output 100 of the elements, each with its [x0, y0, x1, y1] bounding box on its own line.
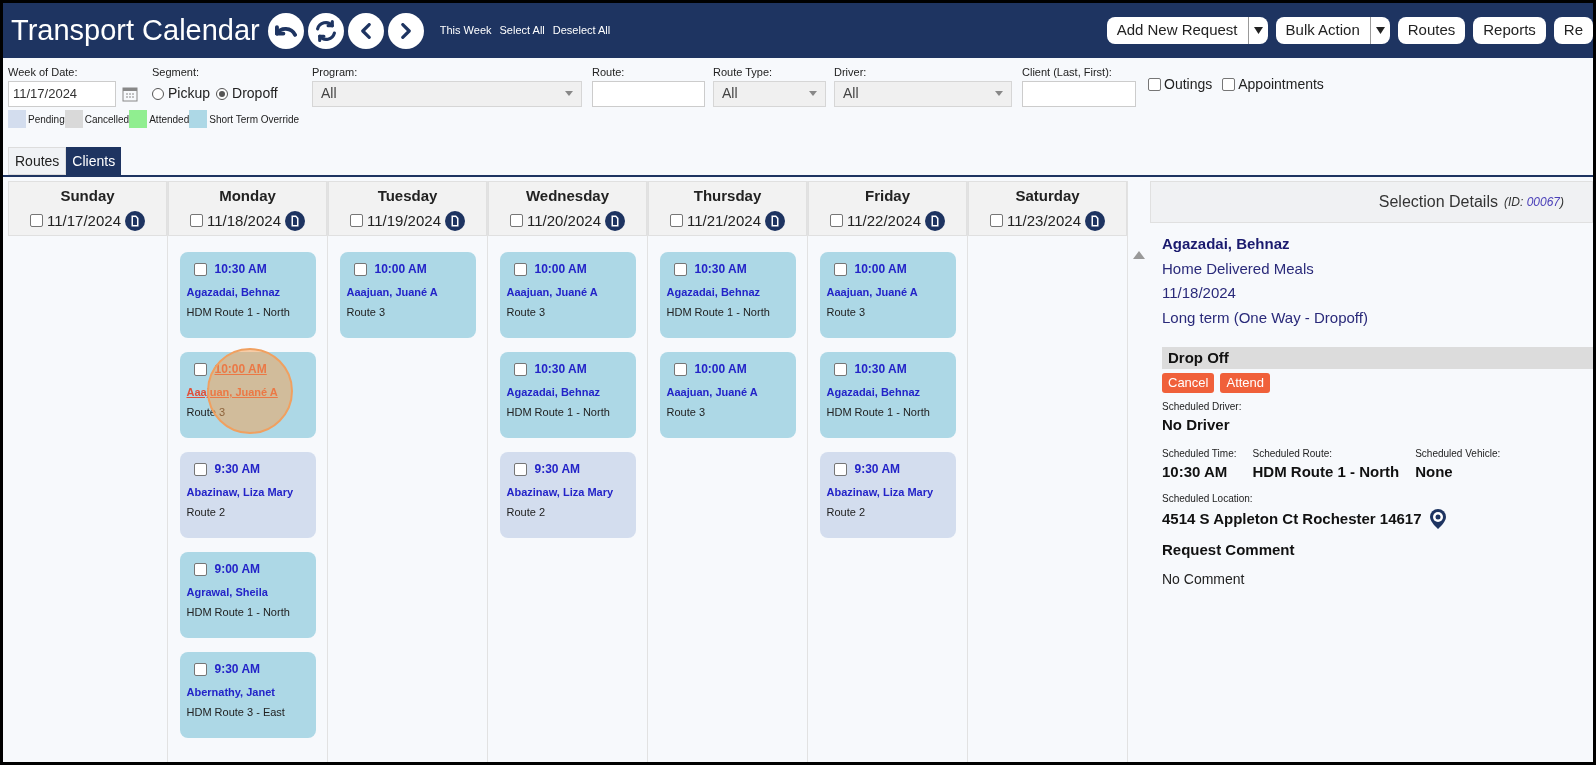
document-icon[interactable]	[605, 210, 625, 231]
program-select[interactable]: All	[312, 80, 582, 107]
card-checkbox[interactable]	[513, 462, 527, 476]
appointment-card[interactable]: 10:00 AM Aaajuan, Juané A Route 3	[499, 252, 636, 338]
day-checkbox[interactable]	[190, 214, 203, 228]
day-checkbox[interactable]	[990, 214, 1003, 228]
appointment-time[interactable]: 9:30 AM	[534, 460, 581, 478]
radio-button[interactable]	[152, 87, 164, 100]
appointment-time[interactable]: 10:30 AM	[214, 260, 267, 278]
appointment-time[interactable]: 9:00 AM	[214, 560, 261, 578]
client-name[interactable]: Agazadai, Behnaz	[506, 384, 629, 401]
client-name[interactable]: Abernathy, Janet	[186, 684, 309, 701]
appointment-time[interactable]: 9:30 AM	[854, 460, 901, 478]
client-name[interactable]: Agrawal, Sheila	[186, 584, 309, 601]
appointment-card[interactable]: 10:00 AM Aaajuan, Juané A Route 3	[819, 252, 956, 338]
header-link[interactable]: Select All	[499, 22, 545, 39]
appointment-time[interactable]: 10:00 AM	[854, 260, 907, 278]
appointment-time[interactable]: 10:30 AM	[694, 260, 747, 278]
card-checkbox[interactable]	[673, 262, 687, 276]
card-checkbox[interactable]	[673, 362, 687, 376]
day-checkbox[interactable]	[510, 214, 523, 228]
client-name[interactable]: Aaajuan, Juané A	[506, 284, 629, 301]
document-icon[interactable]	[765, 210, 785, 231]
appointment-time[interactable]: 9:30 AM	[214, 660, 261, 678]
radio-button[interactable]	[216, 87, 229, 100]
split-button[interactable]: Add New Request	[1106, 17, 1268, 44]
route-field[interactable]	[592, 80, 705, 107]
card-checkbox[interactable]	[193, 662, 207, 676]
legend-label: Cancelled	[84, 112, 130, 127]
appointment-time[interactable]: 9:30 AM	[214, 460, 261, 478]
client-name[interactable]: Aaajuan, Juané A	[826, 284, 949, 301]
checkbox[interactable]	[1222, 78, 1236, 91]
caret-icon	[565, 91, 573, 96]
checkbox[interactable]	[1148, 78, 1161, 91]
client-name[interactable]: Agazadai, Behnaz	[666, 284, 789, 301]
appointment-time[interactable]: 10:00 AM	[534, 260, 587, 278]
appointment-card[interactable]: 9:30 AM Abazinaw, Liza Mary Route 2	[819, 452, 956, 538]
client-name[interactable]: Aaajuan, Juané A	[346, 284, 469, 301]
card-checkbox[interactable]	[833, 262, 847, 276]
undo-button[interactable]	[267, 12, 304, 49]
card-checkbox[interactable]	[833, 362, 847, 376]
refresh-button[interactable]	[307, 12, 344, 49]
appointment-card[interactable]: 10:30 AM Agazadai, Behnaz HDM Route 1 - North	[179, 252, 316, 338]
appointment-time[interactable]: 10:30 AM	[534, 360, 587, 378]
appointment-card[interactable]: 10:30 AM Agazadai, Behnaz HDM Route 1 - North	[819, 352, 956, 438]
calendar-icon[interactable]	[122, 85, 138, 102]
date-field[interactable]: 11/17/2024	[8, 80, 116, 107]
document-icon[interactable]	[925, 210, 945, 231]
day-checkbox[interactable]	[30, 214, 43, 228]
day-checkbox[interactable]	[350, 214, 363, 228]
card-checkbox[interactable]	[353, 262, 367, 276]
client-name[interactable]: Abazinaw, Liza Mary	[186, 484, 309, 501]
split-button[interactable]: Bulk Action	[1275, 17, 1390, 44]
request-term: Long term (One Way - Dropoff)	[1162, 307, 1369, 328]
appointment-card[interactable]: 10:30 AM Agazadai, Behnaz HDM Route 1 - North	[659, 252, 796, 338]
client-name[interactable]: Abazinaw, Liza Mary	[506, 484, 629, 501]
appointment-card[interactable]: 10:00 AM Aaajuan, Juané A Route 3	[339, 252, 476, 338]
appointment-card[interactable]: 9:30 AM Abazinaw, Liza Mary Route 2	[179, 452, 316, 538]
client-name[interactable]: Agazadai, Behnaz	[186, 284, 309, 301]
card-checkbox[interactable]	[193, 562, 207, 576]
appointment-card[interactable]: 10:30 AM Agazadai, Behnaz HDM Route 1 - North	[499, 352, 636, 438]
document-icon[interactable]	[445, 210, 465, 231]
next-button[interactable]	[387, 12, 424, 49]
scroll-up-icon[interactable]	[1133, 251, 1145, 259]
appointment-card[interactable]: 9:30 AM Abazinaw, Liza Mary Route 2	[499, 452, 636, 538]
document-icon[interactable]	[285, 210, 305, 231]
appointment-card[interactable]: 9:30 AM Abernathy, Janet HDM Route 3 - East	[179, 652, 316, 738]
toolbar-button[interactable]: Reports	[1473, 17, 1546, 44]
day-checkbox[interactable]	[670, 214, 683, 228]
appointment-card[interactable]: 10:00 AM Aaajuan, Juané A Route 3	[659, 352, 796, 438]
route-name: HDM Route 1 - North	[186, 604, 291, 620]
appointment-card[interactable]: 9:00 AM Agrawal, Sheila HDM Route 1 - North	[179, 552, 316, 638]
route-type-select[interactable]: All	[713, 80, 826, 107]
appointment-time[interactable]: 10:00 AM	[374, 260, 427, 278]
client-name[interactable]: Abazinaw, Liza Mary	[826, 484, 949, 501]
card-checkbox[interactable]	[193, 262, 207, 276]
toolbar-button[interactable]: Re	[1553, 17, 1593, 44]
card-checkbox[interactable]	[513, 362, 527, 376]
toolbar-button[interactable]: Routes	[1397, 17, 1466, 44]
location-pin-icon[interactable]	[1427, 508, 1448, 531]
document-icon[interactable]	[1085, 210, 1105, 231]
tab[interactable]: Clients	[66, 147, 122, 175]
header-link[interactable]: Deselect All	[552, 22, 611, 39]
card-checkbox[interactable]	[193, 362, 207, 376]
card-checkbox[interactable]	[513, 262, 527, 276]
client-field[interactable]	[1022, 80, 1136, 107]
previous-button[interactable]	[347, 12, 384, 49]
tab[interactable]: Routes	[8, 147, 67, 175]
document-icon[interactable]	[125, 210, 145, 231]
client-name[interactable]: Agazadai, Behnaz	[826, 384, 949, 401]
header-link[interactable]: This Week	[439, 22, 492, 39]
field-label: Segment:	[152, 65, 201, 80]
card-checkbox[interactable]	[833, 462, 847, 476]
day-checkbox[interactable]	[830, 214, 843, 228]
client-name[interactable]: Aaajuan, Juané A	[666, 384, 789, 401]
appointment-time[interactable]: 10:30 AM	[854, 360, 907, 378]
appointment-time[interactable]: 10:00 AM	[694, 360, 747, 378]
driver-select[interactable]: All	[834, 80, 1012, 107]
day-name: Saturday	[1015, 186, 1080, 206]
card-checkbox[interactable]	[193, 462, 207, 476]
